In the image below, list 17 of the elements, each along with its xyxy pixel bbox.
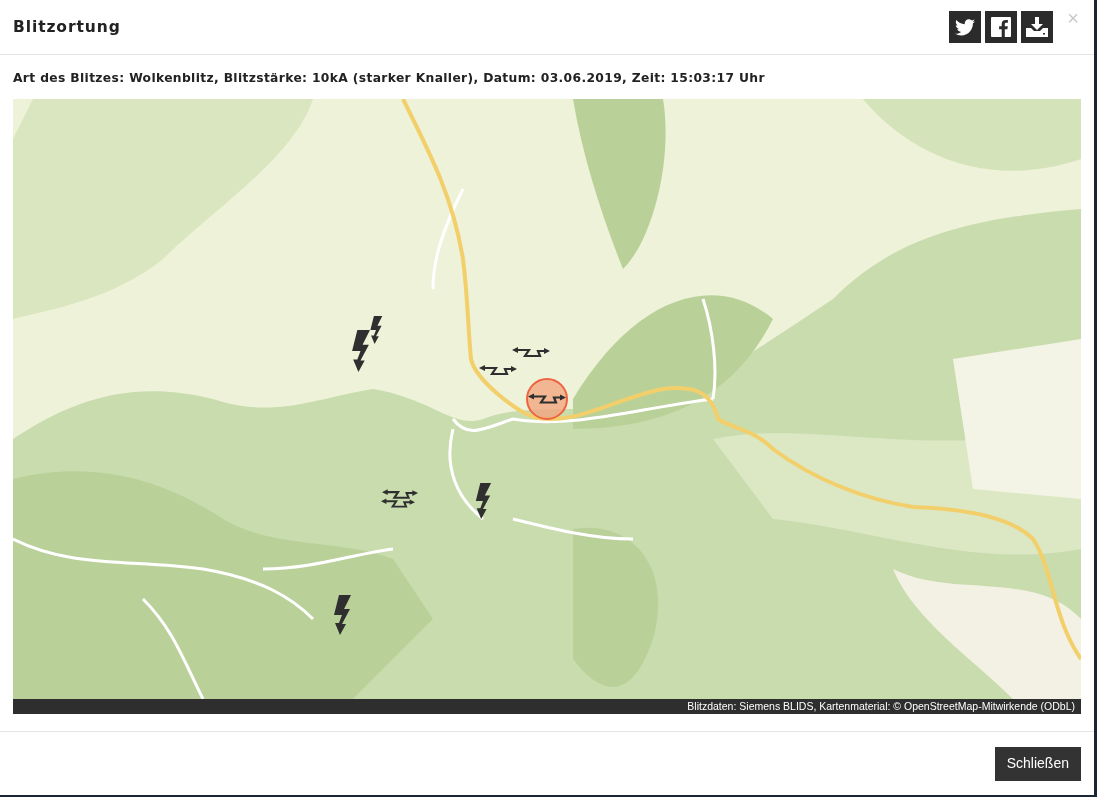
strike-details-text: Art des Blitzes: Wolkenblitz, Blitzstärke: 10kA (starker Knaller), Datum: 03.06.2019, Zeit: 15:03:17 Uhr <box>13 70 766 86</box>
zigzag-arrow-icon[interactable] <box>382 487 418 501</box>
download-button[interactable] <box>1021 11 1054 43</box>
bird-icon <box>955 18 976 36</box>
dialog-title: Blitzortung <box>13 17 121 37</box>
share-button[interactable] <box>949 11 982 43</box>
zigzag-arrow-icon[interactable] <box>381 496 415 510</box>
zigzag-arrow-icon[interactable] <box>512 345 550 359</box>
download-icon <box>1026 17 1049 37</box>
share-button[interactable] <box>985 11 1018 43</box>
letter-f-icon <box>991 17 1012 37</box>
lightning-bolt-icon[interactable] <box>349 330 371 372</box>
lightning-bolt-icon[interactable] <box>332 595 352 635</box>
lightning-bolt-icon[interactable] <box>474 481 492 521</box>
close-dialog-button[interactable]: Schließen <box>994 746 1081 781</box>
zigzag-arrow-icon[interactable] <box>479 363 517 377</box>
attribution-text: Blitzdaten: Siemens BLIDS, Kartenmaterial: © OpenStreetMap-Mitwirkende (ODbL) <box>687 700 1075 713</box>
